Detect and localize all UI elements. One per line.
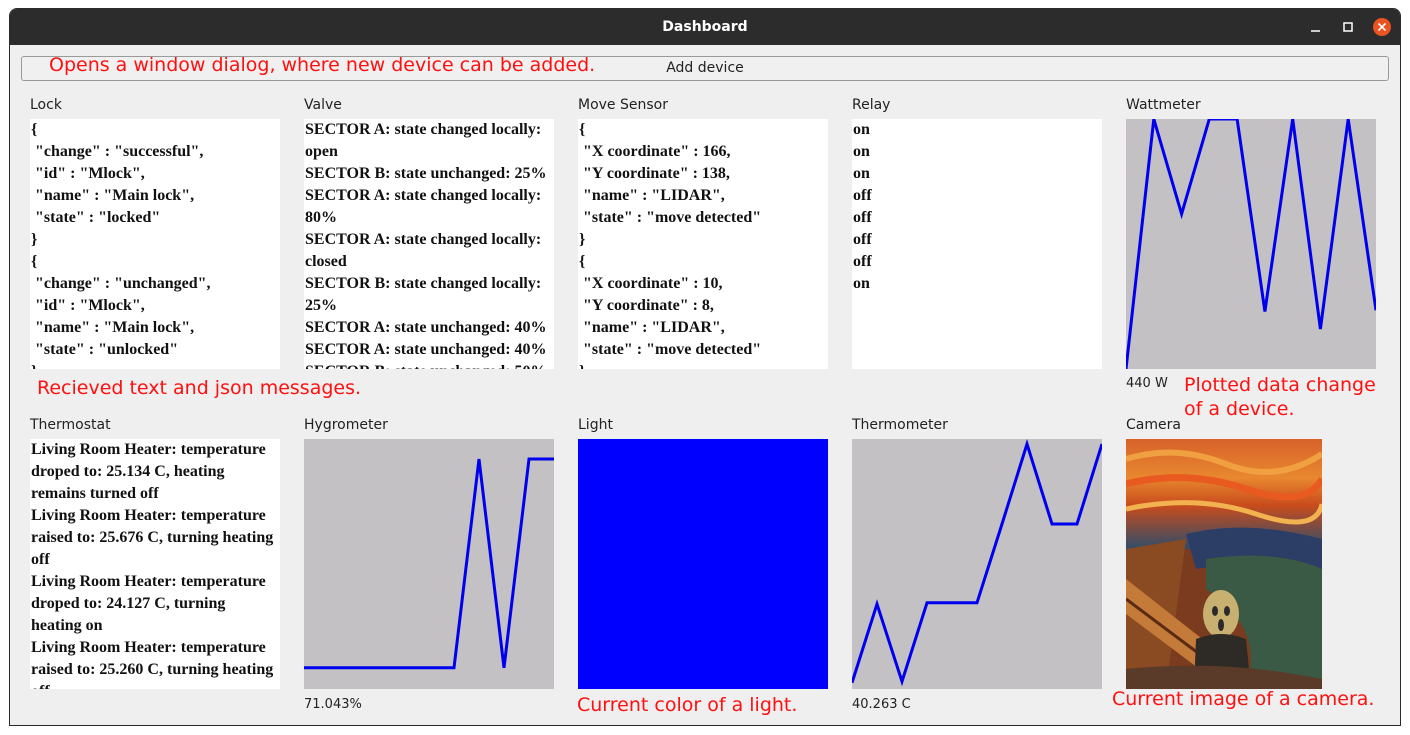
log-line: "Y coordinate" : 8,	[579, 297, 714, 314]
log-line: SECTOR A: state unchanged: 40%	[305, 319, 547, 336]
log-line: Living Room Heater: temperature raised t…	[31, 507, 278, 568]
log-line: "state" : "move detected"	[579, 209, 762, 226]
log-line: "Y coordinate" : 138,	[579, 165, 730, 182]
log-line: {	[31, 121, 38, 138]
annotation-add-device: Opens a window dialog, where new device …	[49, 54, 596, 76]
move-sensor-message-log[interactable]: { "X coordinate" : 166, "Y coordinate" :…	[578, 119, 828, 369]
log-line: off	[853, 187, 872, 204]
log-line: Living Room Heater: temperature raised t…	[31, 639, 274, 689]
thermometer-series-line	[852, 439, 1102, 687]
thermometer-plot	[852, 439, 1102, 689]
log-line: SECTOR A: state changed locally: 80%	[305, 187, 546, 226]
annotation-plotted-line1: Plotted data change	[1184, 374, 1376, 396]
hygrometer-plot	[304, 439, 554, 689]
close-icon[interactable]	[1372, 17, 1392, 37]
log-line: on	[853, 143, 870, 160]
log-line: off	[853, 209, 872, 226]
log-line: SECTOR B: state unchanged: 50%	[305, 361, 554, 369]
log-line: }	[31, 361, 280, 369]
light-label: Light	[578, 417, 613, 433]
thermostat-message-log[interactable]: Living Room Heater: temperature droped t…	[30, 439, 280, 689]
wattmeter-label: Wattmeter	[1126, 97, 1201, 113]
log-line: on	[853, 275, 870, 292]
thermostat-label: Thermostat	[30, 417, 111, 433]
relay-label: Relay	[852, 97, 891, 113]
log-line: {	[579, 253, 586, 270]
hygrometer-value: 71.043%	[304, 697, 362, 712]
log-line: "X coordinate" : 10,	[579, 275, 723, 292]
wattmeter-series-line	[1126, 119, 1376, 369]
hygrometer-label: Hygrometer	[304, 417, 388, 433]
log-line: Living Room Heater: temperature droped t…	[31, 441, 270, 502]
log-line: SECTOR A: state unchanged: 40%	[305, 341, 547, 358]
annotation-light: Current color of a light.	[577, 694, 798, 716]
light-color-swatch	[578, 439, 828, 689]
log-line: "X coordinate" : 166,	[579, 143, 731, 160]
lock-label: Lock	[30, 97, 62, 113]
log-line: "state" : "locked"	[31, 209, 161, 226]
relay-message-log[interactable]: on on on off off off off on	[852, 119, 1102, 369]
log-line: }	[579, 361, 828, 369]
log-line: {	[579, 121, 586, 138]
thermometer-label: Thermometer	[852, 417, 948, 433]
log-line: "state" : "unlocked"	[31, 341, 179, 358]
move-sensor-label: Move Sensor	[578, 97, 668, 113]
log-line: }	[579, 231, 586, 248]
log-line: SECTOR A: state changed locally: closed	[305, 231, 546, 270]
minimize-icon[interactable]	[1306, 17, 1326, 37]
window-title: Dashboard	[662, 19, 748, 35]
log-line: SECTOR A: state changed locally: open	[305, 121, 546, 160]
log-line: "id" : "Mlock",	[31, 297, 145, 314]
log-line: "id" : "Mlock",	[31, 165, 145, 182]
log-line: "name" : "Main lock",	[31, 319, 195, 336]
log-line: on	[853, 165, 870, 182]
log-line: {	[31, 253, 38, 270]
log-line: SECTOR B: state unchanged: 25%	[305, 165, 547, 182]
log-line: }	[31, 231, 38, 248]
camera-label: Camera	[1126, 417, 1181, 433]
maximize-icon[interactable]	[1338, 17, 1358, 37]
title-bar[interactable]: Dashboard	[10, 9, 1400, 45]
valve-message-log[interactable]: SECTOR A: state changed locally: open SEC…	[304, 119, 554, 369]
log-line: "change" : "unchanged",	[31, 275, 211, 292]
log-line: on	[853, 121, 870, 138]
annotation-plotted-line2: of a device.	[1184, 398, 1295, 420]
log-line: SECTOR B: state changed locally: 25%	[305, 275, 546, 314]
log-line: "change" : "successful",	[31, 143, 204, 160]
wattmeter-plot	[1126, 119, 1376, 369]
log-line: "name" : "LIDAR",	[579, 187, 725, 204]
thermometer-value: 40.263 C	[852, 697, 911, 712]
annotation-camera: Current image of a camera.	[1112, 688, 1375, 710]
dashboard-window: Dashboard Add device Lock { "change" : "…	[9, 8, 1401, 726]
log-line: "name" : "LIDAR",	[579, 319, 725, 336]
hygrometer-series-line	[304, 457, 554, 670]
valve-label: Valve	[304, 97, 342, 113]
log-line: "name" : "Main lock",	[31, 187, 195, 204]
log-line: off	[853, 231, 872, 248]
camera-image	[1126, 439, 1322, 689]
wattmeter-value: 440 W	[1126, 376, 1168, 391]
log-line: "state" : "move detected"	[579, 341, 762, 358]
log-line: off	[853, 253, 872, 270]
log-line: Living Room Heater: temperature droped t…	[31, 573, 270, 634]
annotation-text-messages: Recieved text and json messages.	[37, 377, 362, 399]
lock-message-log[interactable]: { "change" : "successful", "id" : "Mlock…	[30, 119, 280, 369]
